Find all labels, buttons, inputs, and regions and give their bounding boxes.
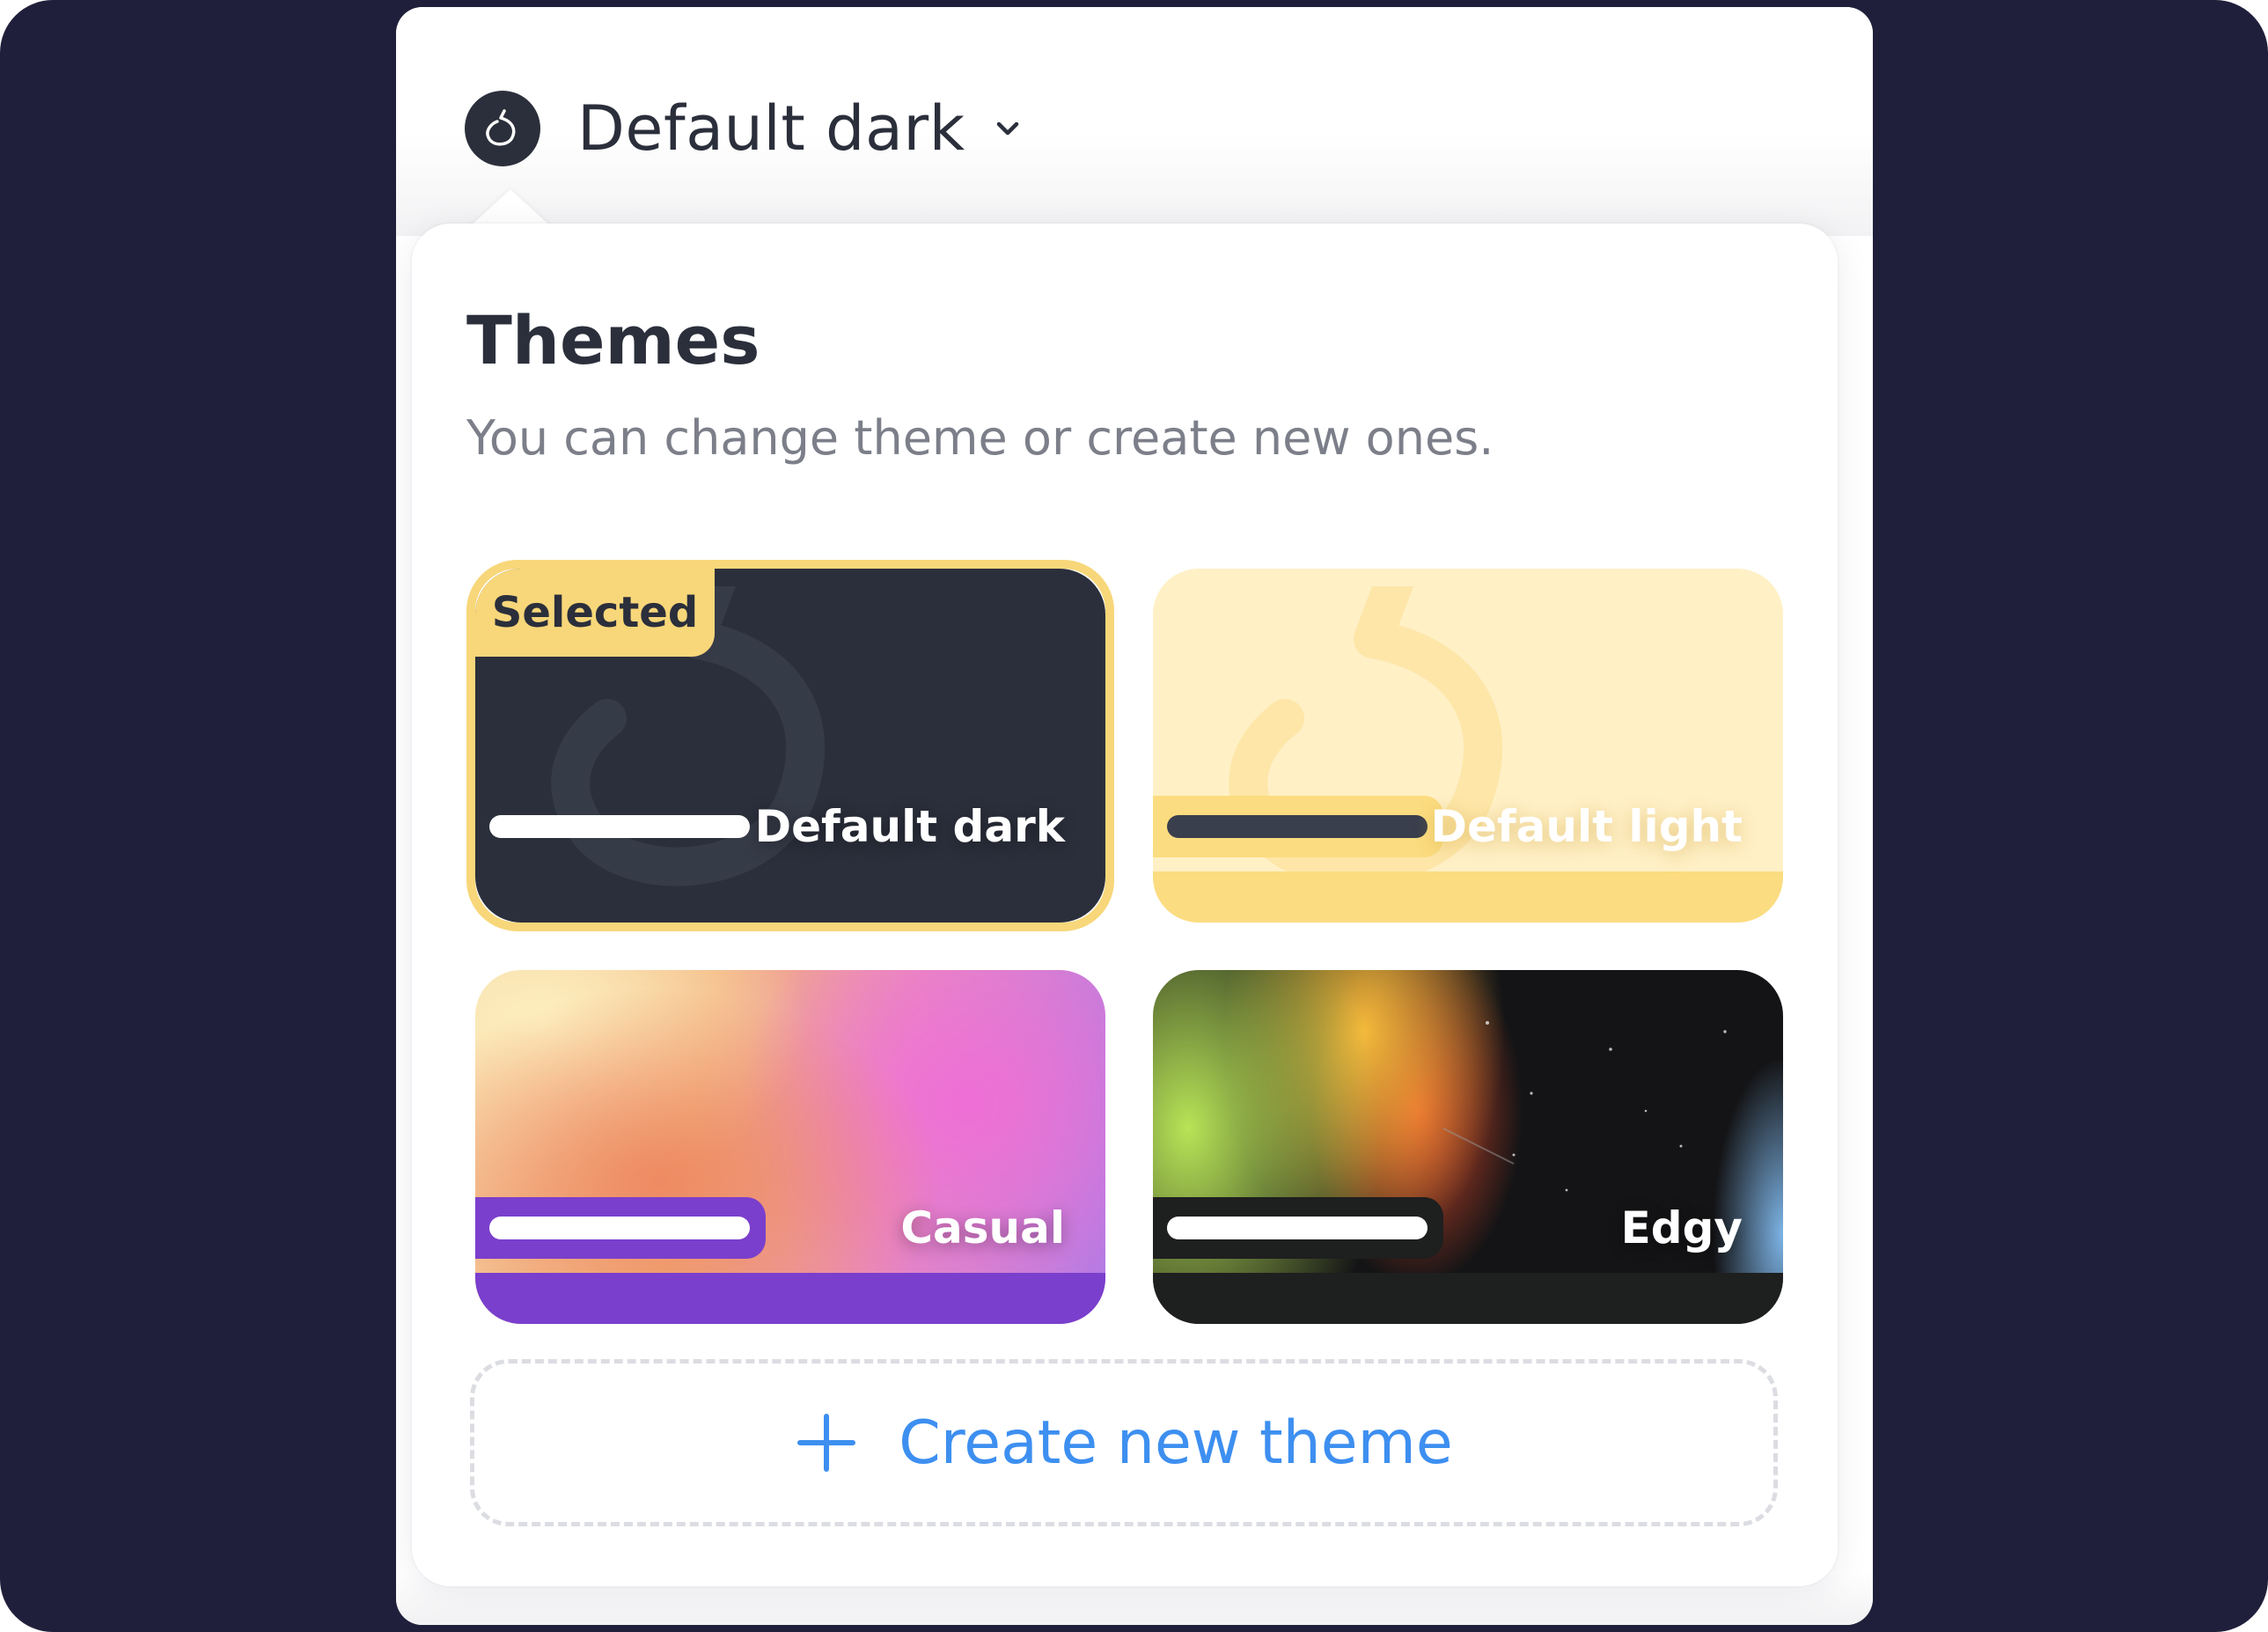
theme-preview-bar bbox=[1167, 1217, 1428, 1239]
pear-logo-icon bbox=[486, 109, 516, 146]
themes-popover: Themes You can change theme or create ne… bbox=[412, 224, 1838, 1586]
theme-preview-footer bbox=[1153, 1273, 1783, 1324]
plus-icon bbox=[797, 1414, 856, 1472]
avatar bbox=[465, 91, 540, 166]
theme-card-label: Default dark bbox=[754, 801, 1065, 852]
popover-subtitle: You can change theme or create new ones. bbox=[466, 410, 1494, 466]
create-new-theme-button[interactable]: Create new theme bbox=[470, 1359, 1778, 1526]
selected-theme-label: Default dark bbox=[577, 92, 965, 165]
theme-card-label: Default light bbox=[1430, 801, 1743, 852]
theme-panel: Default dark Themes You can change theme… bbox=[396, 7, 1873, 1625]
app-frame: Default dark Themes You can change theme… bbox=[0, 0, 2268, 1632]
selected-badge: Selected bbox=[475, 569, 715, 657]
create-new-theme-label: Create new theme bbox=[899, 1408, 1453, 1478]
theme-preview-footer bbox=[1153, 871, 1783, 923]
theme-preview-footer bbox=[475, 1273, 1105, 1324]
theme-preview-bar bbox=[489, 1217, 750, 1239]
popover-title: Themes bbox=[466, 301, 760, 379]
theme-preview-bar bbox=[1167, 815, 1428, 838]
star-field bbox=[1442, 1021, 1727, 1192]
theme-card-label: Edgy bbox=[1620, 1202, 1743, 1253]
chevron-down-icon bbox=[996, 121, 1018, 136]
theme-card-edgy[interactable]: Edgy bbox=[1153, 970, 1783, 1324]
theme-card-default-dark[interactable]: Selected Default dark bbox=[475, 569, 1105, 923]
theme-selector-dropdown[interactable]: Default dark bbox=[465, 85, 1025, 173]
theme-preview-bar bbox=[489, 815, 750, 838]
theme-card-label: Casual bbox=[900, 1202, 1065, 1253]
theme-card-default-light[interactable]: Default light bbox=[1153, 569, 1783, 923]
theme-card-casual[interactable]: Casual bbox=[475, 970, 1105, 1324]
